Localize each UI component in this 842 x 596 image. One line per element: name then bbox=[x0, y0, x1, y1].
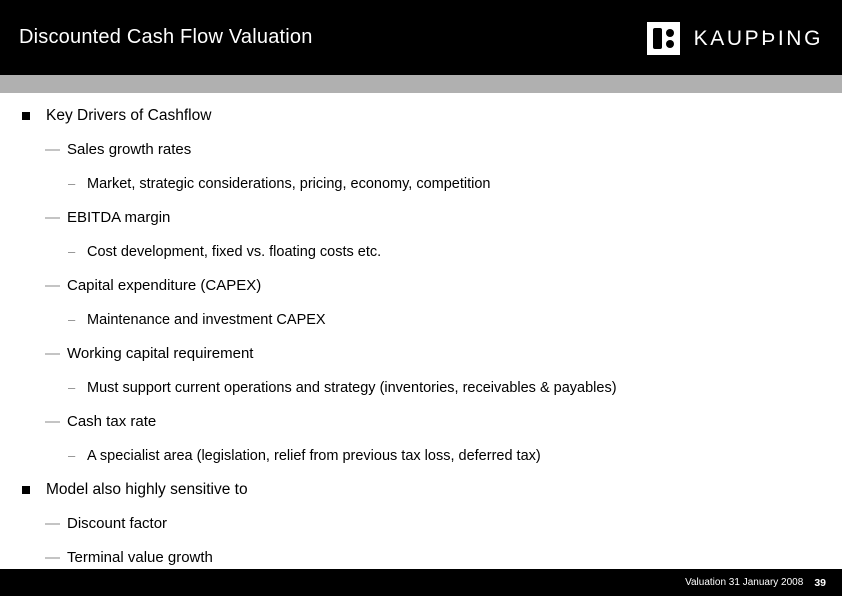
footer-content: Valuation 31 January 2008 39 bbox=[685, 569, 826, 596]
bullet-level2: — Working capital requirement bbox=[0, 343, 842, 365]
bullet-text: Must support current operations and stra… bbox=[87, 380, 617, 396]
bullet-level1: Model also highly sensitive to bbox=[0, 479, 842, 501]
page-title: Discounted Cash Flow Valuation bbox=[19, 26, 313, 48]
square-bullet-icon bbox=[22, 112, 30, 120]
bullet-level3: – Market, strategic considerations, pric… bbox=[0, 173, 842, 195]
bullet-text: EBITDA margin bbox=[67, 209, 171, 226]
bullet-level3: – Maintenance and investment CAPEX bbox=[0, 309, 842, 331]
bullet-text: Maintenance and investment CAPEX bbox=[87, 312, 326, 328]
header-accent-band bbox=[0, 75, 842, 93]
logo-bar-shape bbox=[652, 27, 662, 49]
bullet-level2: — Capital expenditure (CAPEX) bbox=[0, 275, 842, 297]
bullet-text: Working capital requirement bbox=[67, 345, 254, 362]
kaupthing-logo-icon bbox=[646, 21, 680, 55]
bullet-level1: Key Drivers of Cashflow bbox=[0, 105, 842, 127]
brand-wordmark: KAUPÞING bbox=[693, 26, 823, 50]
bullet-text: Terminal value growth bbox=[67, 549, 213, 566]
dash-bullet-icon: – bbox=[68, 244, 76, 259]
dash-bullet-icon: — bbox=[45, 515, 60, 532]
square-bullet-icon bbox=[22, 486, 30, 494]
bullet-level2: — Cash tax rate bbox=[0, 411, 842, 433]
logo-dot-bottom-shape bbox=[665, 39, 674, 48]
dash-bullet-icon: — bbox=[45, 277, 60, 294]
bullet-text: Model also highly sensitive to bbox=[46, 481, 248, 498]
footer-label: Valuation 31 January 2008 bbox=[685, 576, 804, 588]
dash-bullet-icon: – bbox=[68, 380, 76, 395]
dash-bullet-icon: — bbox=[45, 345, 60, 362]
bullet-text: Cash tax rate bbox=[67, 413, 157, 430]
bullet-text: A specialist area (legislation, relief f… bbox=[87, 448, 541, 464]
slide-footer-bar: Valuation 31 January 2008 39 bbox=[0, 569, 842, 596]
page-number: 39 bbox=[814, 576, 826, 589]
bullet-level2: — Sales growth rates bbox=[0, 139, 842, 161]
dash-bullet-icon: – bbox=[68, 312, 76, 327]
bullet-level2: — Discount factor bbox=[0, 513, 842, 535]
bullet-level3: – Must support current operations and st… bbox=[0, 377, 842, 399]
dash-bullet-icon: – bbox=[68, 448, 76, 463]
dash-bullet-icon: — bbox=[45, 209, 60, 226]
bullet-text: Discount factor bbox=[67, 515, 168, 532]
bullet-text: Sales growth rates bbox=[67, 141, 192, 158]
bullet-text: Capital expenditure (CAPEX) bbox=[67, 277, 262, 294]
dash-bullet-icon: – bbox=[68, 176, 76, 191]
logo-dot-top-shape bbox=[665, 28, 674, 37]
bullet-level2: — Terminal value growth bbox=[0, 547, 842, 569]
bullet-level3: – Cost development, fixed vs. floating c… bbox=[0, 241, 842, 263]
dash-bullet-icon: — bbox=[45, 141, 60, 158]
bullet-level2: — EBITDA margin bbox=[0, 207, 842, 229]
slide-header-bar: Discounted Cash Flow Valuation KAUPÞING bbox=[0, 0, 842, 75]
slide-body: Key Drivers of Cashflow — Sales growth r… bbox=[0, 105, 842, 581]
brand-logo: KAUPÞING bbox=[646, 21, 823, 55]
dash-bullet-icon: — bbox=[45, 413, 60, 430]
dash-bullet-icon: — bbox=[45, 549, 60, 566]
bullet-text: Market, strategic considerations, pricin… bbox=[87, 176, 491, 192]
bullet-level3: – A specialist area (legislation, relief… bbox=[0, 445, 842, 467]
bullet-text: Key Drivers of Cashflow bbox=[46, 107, 212, 124]
bullet-text: Cost development, fixed vs. floating cos… bbox=[87, 244, 382, 260]
